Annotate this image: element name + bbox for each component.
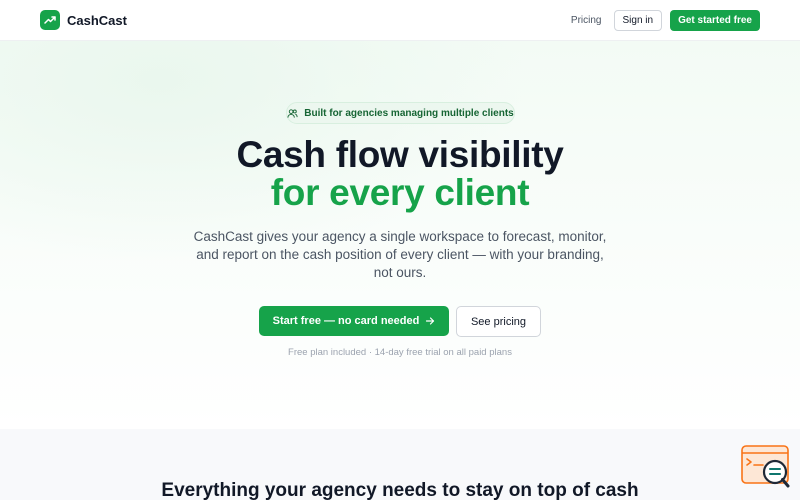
audience-badge-text: Built for agencies managing multiple cli…	[304, 107, 514, 119]
trending-up-icon	[40, 10, 60, 30]
users-icon	[287, 108, 298, 118]
hero-title-line2: for every client	[270, 172, 530, 213]
features-title: Everything your agency needs to stay on …	[161, 480, 639, 500]
hero-title-line1: Cash flow visibility	[236, 134, 564, 175]
audience-badge: Built for agencies managing multiple cli…	[286, 102, 515, 124]
arrow-right-icon	[426, 317, 435, 325]
trial-note: Free plan included · 14-day free trial o…	[288, 347, 512, 358]
brand[interactable]: CashCast	[40, 10, 127, 30]
chat-search-widget[interactable]	[741, 445, 791, 489]
hero-section: Built for agencies managing multiple cli…	[0, 41, 800, 429]
start-free-label: Start free — no card needed	[272, 315, 420, 327]
hero-title: Cash flow visibility for every client	[0, 136, 800, 212]
sign-in-button[interactable]: Sign in	[613, 9, 663, 31]
get-started-button[interactable]: Get started free	[670, 9, 760, 31]
nav-actions: Pricing Sign in Get started free	[571, 9, 760, 31]
hero-subtitle: CashCast gives your agency a single work…	[193, 229, 607, 280]
see-pricing-button[interactable]: See pricing	[456, 306, 541, 337]
top-navbar: CashCast Pricing Sign in Get started fre…	[0, 0, 800, 41]
brand-name: CashCast	[67, 12, 127, 28]
start-free-button[interactable]: Start free — no card needed	[259, 306, 449, 336]
pricing-link[interactable]: Pricing	[571, 15, 602, 26]
chat-search-icon	[741, 445, 790, 488]
features-section: Everything your agency needs to stay on …	[0, 429, 800, 500]
